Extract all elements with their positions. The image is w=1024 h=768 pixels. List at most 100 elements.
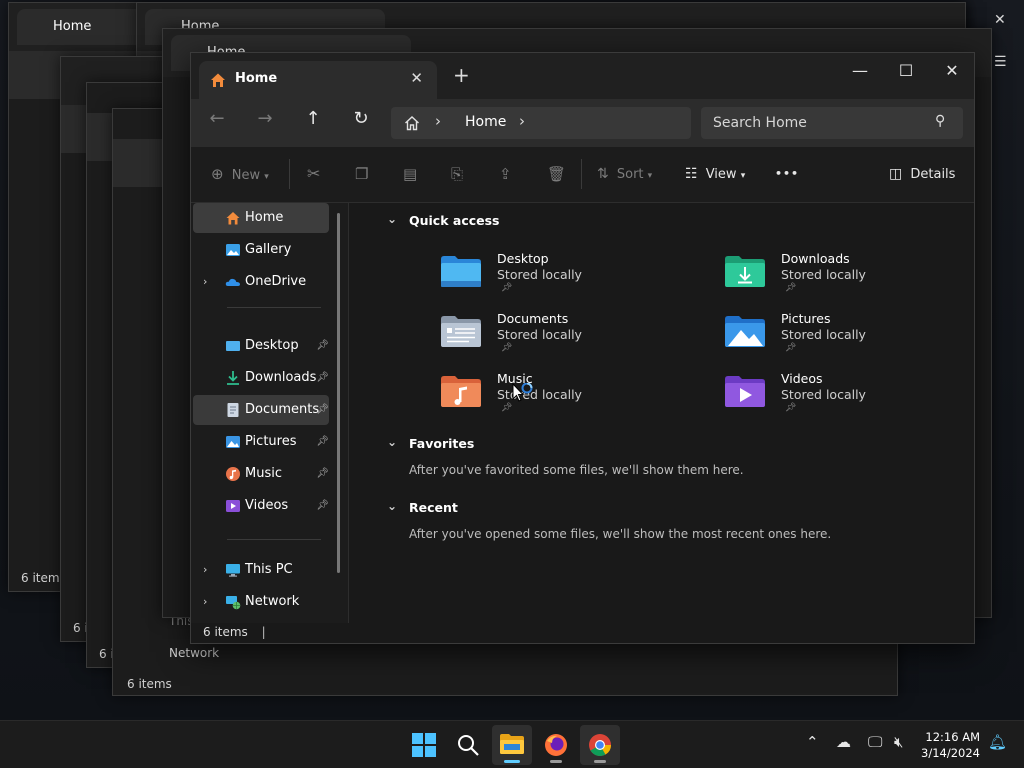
command-bar: ⊕ New ▾ ✂ ❐ ▤ ⎘ ⇪ 🗑︎ ⇅ Sort ▾ ☷ View ▾ •…: [191, 147, 974, 203]
maximize-button[interactable]: ☐: [883, 57, 929, 85]
paste-icon[interactable]: ▤: [403, 161, 417, 187]
running-indicator: [504, 760, 520, 763]
chevron-right-icon[interactable]: ›: [203, 587, 207, 617]
desktop-folder-icon: [226, 341, 240, 351]
chrome-taskbar-button[interactable]: [580, 725, 620, 765]
rename-icon[interactable]: ⎘: [451, 161, 463, 187]
sidebar-item-label: Documents: [245, 402, 320, 417]
share-icon[interactable]: ⇪: [499, 161, 512, 187]
title-bar: Home ✕ + — ☐ ✕: [191, 53, 974, 99]
chevron-down-icon[interactable]: ⌄: [387, 212, 397, 226]
new-tab-button[interactable]: +: [453, 63, 470, 87]
quick-access-sub: Stored locally: [781, 387, 866, 402]
plus-circle-icon: ⊕: [211, 165, 224, 183]
favorites-empty-message: After you've favorited some files, we'll…: [409, 463, 744, 477]
close-window-button[interactable]: ✕: [929, 57, 975, 85]
notification-bell-icon[interactable]: 🔔︎: [988, 733, 1007, 751]
sidebar-item-music[interactable]: Music 📌︎: [193, 459, 329, 489]
quick-access-sub: Stored locally: [781, 267, 866, 282]
quick-access-item-downloads[interactable]: Downloads Stored locally 📌︎: [723, 251, 963, 303]
navigation-bar: ← → ↑ ↻ › Home › ⚲: [191, 99, 974, 147]
sidebar-scrollbar[interactable]: [337, 213, 340, 573]
quick-access-header[interactable]: ⌄ Quick access: [387, 212, 500, 228]
chevron-down-icon[interactable]: ⌄: [387, 435, 397, 449]
details-button[interactable]: ◫ Details: [889, 161, 955, 187]
favorites-header[interactable]: ⌄ Favorites: [387, 435, 474, 451]
breadcrumb[interactable]: Home: [465, 114, 506, 130]
divider: [227, 539, 321, 540]
file-explorer-icon: [500, 734, 524, 754]
copy-icon[interactable]: ❐: [355, 161, 368, 187]
search-icon[interactable]: ⚲: [935, 113, 945, 129]
sort-icon: ⇅: [597, 166, 609, 182]
sidebar-item-documents[interactable]: Documents 📌︎: [193, 395, 329, 425]
chevron-right-icon[interactable]: ›: [519, 112, 525, 130]
chevron-down-icon: ▾: [647, 171, 653, 181]
section-title: Recent: [409, 500, 458, 515]
tab-home[interactable]: Home ✕: [199, 61, 437, 99]
quick-access-name: Pictures: [781, 311, 831, 326]
sidebar-item-desktop[interactable]: Desktop 📌︎: [193, 331, 329, 361]
back-button[interactable]: ←: [203, 105, 231, 133]
sidebar-item-videos[interactable]: Videos 📌︎: [193, 491, 329, 521]
busy-cursor-icon: [512, 383, 533, 402]
pin-icon: 📌︎: [501, 403, 513, 413]
view-button[interactable]: ☷ View ▾: [685, 161, 745, 187]
quick-access-item-desktop[interactable]: Desktop Stored locally 📌︎: [439, 251, 679, 303]
sidebar-item-gallery[interactable]: Gallery: [193, 235, 329, 265]
pin-icon: 📌︎: [316, 468, 329, 479]
chevron-right-icon[interactable]: ›: [203, 555, 207, 585]
videos-icon: [226, 500, 240, 512]
gallery-icon: [226, 244, 240, 256]
documents-folder-icon: [441, 316, 481, 347]
show-hidden-icons-chevron-icon[interactable]: ⌃: [806, 733, 819, 751]
chevron-down-icon[interactable]: ⌄: [387, 499, 397, 513]
quick-access-sub: Stored locally: [497, 327, 582, 342]
onedrive-offline-icon[interactable]: ☁: [836, 733, 851, 751]
chevron-right-icon[interactable]: ›: [203, 267, 207, 297]
pictures-icon: [226, 436, 240, 448]
status-bar: 6 items |: [203, 625, 266, 639]
close-tab-icon[interactable]: ✕: [410, 69, 423, 87]
sidebar-item-home[interactable]: Home: [193, 203, 329, 233]
cut-icon[interactable]: ✂: [307, 161, 320, 187]
network-icon: [226, 596, 241, 610]
delete-icon[interactable]: 🗑︎: [547, 161, 566, 187]
file-explorer-taskbar-button[interactable]: [492, 725, 532, 765]
address-bar[interactable]: › Home ›: [391, 107, 691, 139]
music-icon: [226, 467, 240, 481]
network-icon[interactable]: 🖵︎: [868, 733, 882, 751]
recent-header[interactable]: ⌄ Recent: [387, 499, 458, 515]
sidebar-item-label: Network: [245, 594, 300, 609]
sidebar-item-pictures[interactable]: Pictures 📌︎: [193, 427, 329, 457]
sidebar-item-network[interactable]: › Network: [193, 587, 329, 617]
status-separator: |: [261, 625, 266, 639]
quick-access-item-documents[interactable]: Documents Stored locally 📌︎: [439, 311, 679, 363]
forward-button[interactable]: →: [251, 105, 279, 133]
quick-access-item-music[interactable]: Music Stored locally 📌︎: [439, 371, 679, 423]
volume-muted-icon[interactable]: 🔇︎: [894, 733, 903, 751]
clock-time: 12:16 AM: [925, 730, 980, 744]
sort-label: Sort: [616, 167, 644, 182]
sidebar-item-downloads[interactable]: Downloads 📌︎: [193, 363, 329, 393]
sidebar-item-onedrive[interactable]: › OneDrive: [193, 267, 329, 297]
home-icon: [211, 73, 225, 87]
quick-access-name: Documents: [497, 311, 569, 326]
more-options-button[interactable]: •••: [775, 161, 799, 187]
pin-icon: 📌︎: [316, 404, 329, 415]
firefox-taskbar-button[interactable]: [536, 725, 576, 765]
start-button[interactable]: [404, 725, 444, 765]
quick-access-item-videos[interactable]: Videos Stored locally 📌︎: [723, 371, 963, 423]
up-button[interactable]: ↑: [299, 105, 327, 133]
minimize-button[interactable]: —: [837, 57, 883, 85]
quick-access-sub: Stored locally: [781, 327, 866, 342]
refresh-button[interactable]: ↻: [347, 105, 375, 133]
sidebar-item-this-pc[interactable]: › This PC: [193, 555, 329, 585]
new-button[interactable]: ⊕ New ▾: [211, 161, 269, 187]
quick-access-item-pictures[interactable]: Pictures Stored locally 📌︎: [723, 311, 963, 363]
search-input[interactable]: [701, 107, 963, 139]
search-taskbar-button[interactable]: [448, 725, 488, 765]
clock[interactable]: 12:16 AM 3/14/2024: [918, 729, 980, 761]
pictures-folder-icon: [725, 316, 765, 347]
sort-button[interactable]: ⇅ Sort ▾: [597, 161, 652, 187]
